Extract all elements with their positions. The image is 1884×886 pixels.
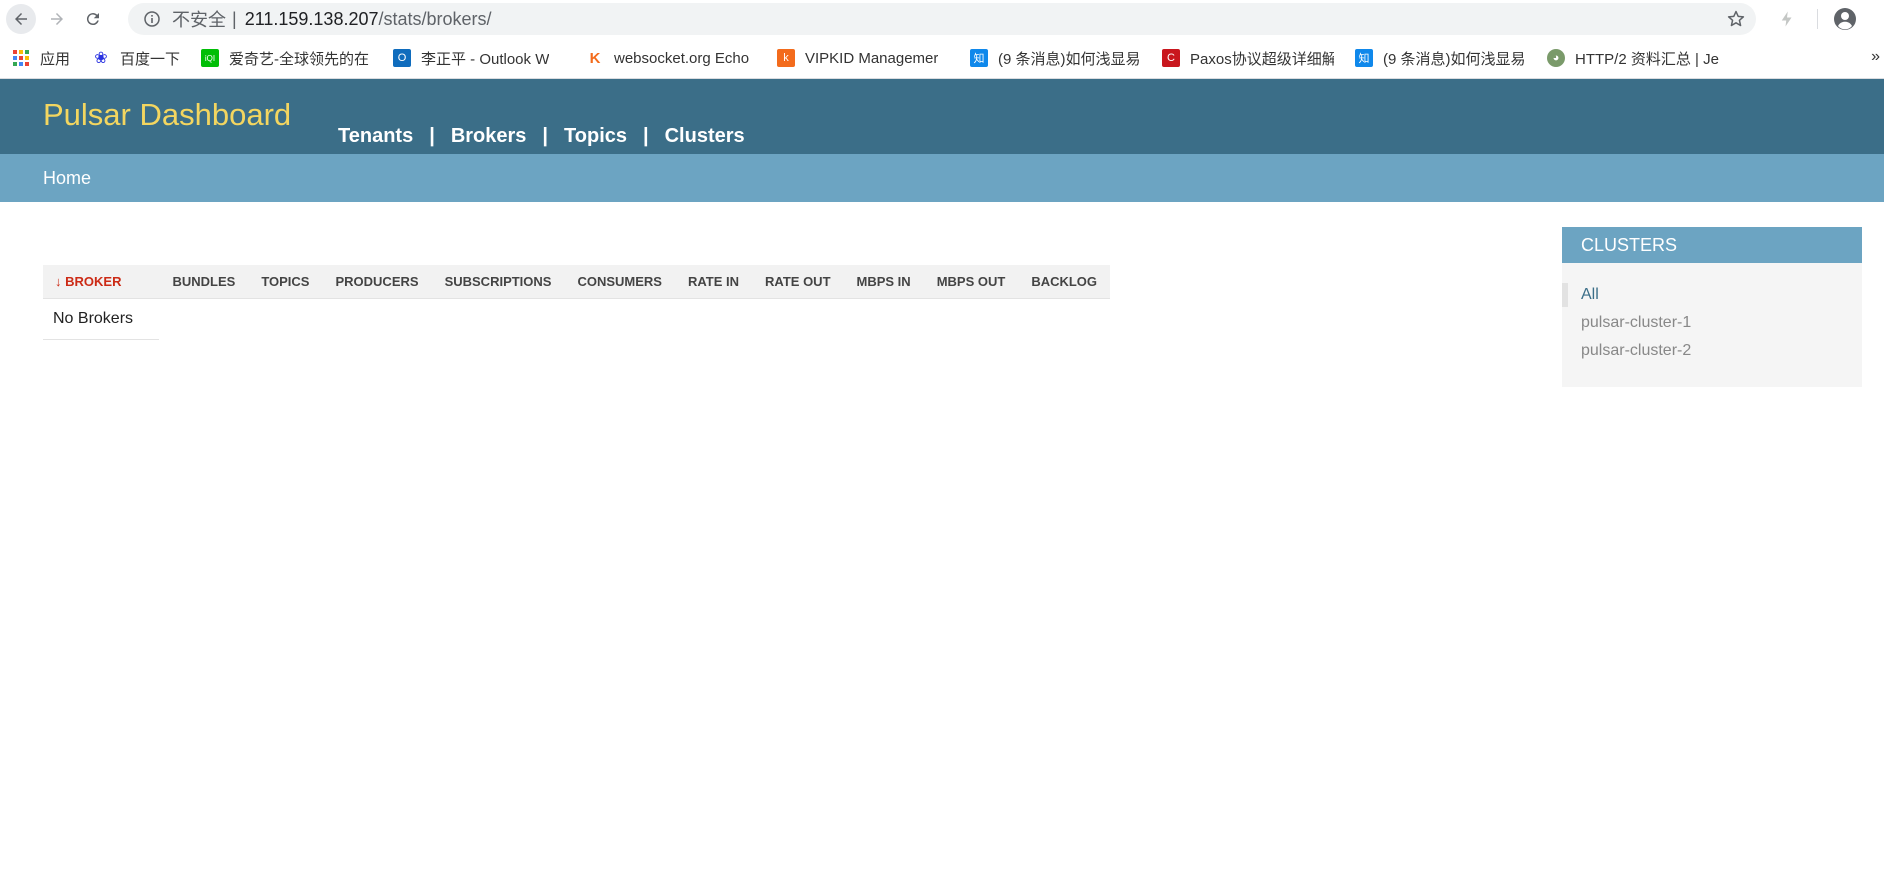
url-path: /stats/brokers/ xyxy=(378,8,492,29)
bookmark-label: 应用 xyxy=(40,50,71,68)
bookmark-apps[interactable]: 应用 xyxy=(12,48,82,68)
bookmark-label: 李正平 - Outlook W xyxy=(421,50,550,68)
bookmark-zhihu-2[interactable]: 知 (9 条消息)如何浅显易 xyxy=(1355,48,1527,68)
column-header-mbps-in[interactable]: MBPS IN xyxy=(843,265,924,299)
address-bar[interactable]: 不安全 | 211.159.138.207/stats/brokers/ xyxy=(128,3,1756,35)
arrow-left-icon xyxy=(15,13,27,25)
bookmark-outlook[interactable]: O 李正平 - Outlook W xyxy=(393,48,563,68)
arrow-right-icon xyxy=(51,13,63,25)
nav-tenants[interactable]: Tenants xyxy=(338,125,413,148)
csdn-icon: C xyxy=(1162,49,1180,67)
browser-toolbar: 不安全 | 211.159.138.207/stats/brokers/ xyxy=(0,0,1884,38)
column-header-bundles[interactable]: BUNDLES xyxy=(159,265,249,299)
bookmark-label: VIPKID Managemer xyxy=(805,49,939,67)
zhihu-icon: 知 xyxy=(1355,49,1373,67)
brokers-table: ↓ BROKER BUNDLES TOPICS PRODUCERS SUBSCR… xyxy=(43,265,1111,340)
column-header-producers[interactable]: PRODUCERS xyxy=(322,265,432,299)
column-header-topics[interactable]: TOPICS xyxy=(248,265,323,299)
url-host: 211.159.138.207 xyxy=(244,8,379,29)
bookmark-zhihu-1[interactable]: 知 (9 条消息)如何浅显易 xyxy=(970,48,1142,68)
bookmarks-bar: 应用 ❀ 百度一下 iQI 爱奇艺-全球领先的在 O 李正平 - Outlook… xyxy=(0,38,1884,79)
sidebar-title: CLUSTERS xyxy=(1562,227,1862,263)
zhihu-icon: 知 xyxy=(970,49,988,67)
cluster-item-pulsar-cluster-1[interactable]: pulsar-cluster-1 xyxy=(1562,309,1862,337)
bookmark-iqiyi[interactable]: iQI 爱奇艺-全球领先的在 xyxy=(201,48,371,68)
nav-brokers[interactable]: Brokers xyxy=(451,125,527,148)
clusters-sidebar: CLUSTERS All pulsar-cluster-1 pulsar-clu… xyxy=(1562,227,1862,387)
bookmark-label: Paxos协议超级详细解 xyxy=(1190,50,1334,68)
brand-logo[interactable]: Pulsar Dashboard xyxy=(43,97,291,133)
vipkid-icon: k xyxy=(777,49,795,67)
bookmark-vipkid[interactable]: k VIPKID Managemer xyxy=(777,48,949,68)
column-header-mbps-out[interactable]: MBPS OUT xyxy=(923,265,1019,299)
table-row: No Brokers xyxy=(43,298,1110,340)
bookmarks-overflow-button[interactable]: » xyxy=(1871,48,1880,66)
main-nav: Tenants | Brokers | Topics | Clusters xyxy=(338,125,745,148)
column-header-subscriptions[interactable]: SUBSCRIPTIONS xyxy=(431,265,565,299)
baidu-paw-icon: ❀ xyxy=(94,50,108,67)
bookmark-label: websocket.org Echo xyxy=(614,49,750,67)
bookmark-baidu[interactable]: ❀ 百度一下 xyxy=(92,48,192,68)
bookmark-csdn[interactable]: C Paxos协议超级详细解 xyxy=(1162,48,1334,68)
cluster-list: All pulsar-cluster-1 pulsar-cluster-2 xyxy=(1562,263,1862,365)
column-header-rate-out[interactable]: RATE OUT xyxy=(752,265,844,299)
bookmark-label: (9 条消息)如何浅显易 xyxy=(998,50,1141,68)
column-header-rate-in[interactable]: RATE IN xyxy=(674,265,753,299)
bookmark-label: HTTP/2 资料汇总 | Je xyxy=(1575,50,1719,68)
nav-separator: | xyxy=(429,125,435,147)
empty-row-filler xyxy=(159,299,1110,340)
nav-separator: | xyxy=(643,125,649,147)
site-header: Pulsar Dashboard Tenants | Brokers | Top… xyxy=(0,79,1884,154)
table-header-row: ↓ BROKER BUNDLES TOPICS PRODUCERS SUBSCR… xyxy=(43,265,1111,299)
websocket-icon: K xyxy=(589,49,601,67)
back-button[interactable] xyxy=(6,4,36,34)
cluster-item-all[interactable]: All xyxy=(1562,281,1862,309)
toolbar-divider xyxy=(1817,9,1818,29)
nav-clusters[interactable]: Clusters xyxy=(665,125,745,148)
main-content: ↓ BROKER BUNDLES TOPICS PRODUCERS SUBSCR… xyxy=(0,202,1884,802)
account-icon[interactable] xyxy=(1833,7,1857,31)
column-header-backlog[interactable]: BACKLOG xyxy=(1018,265,1111,299)
bookmark-star-icon[interactable] xyxy=(1726,9,1746,29)
breadcrumb-home[interactable]: Home xyxy=(43,168,91,189)
cluster-item-pulsar-cluster-2[interactable]: pulsar-cluster-2 xyxy=(1562,337,1862,365)
brokers-table-container: ↓ BROKER BUNDLES TOPICS PRODUCERS SUBSCR… xyxy=(43,265,1111,340)
iqiyi-icon: iQI xyxy=(201,49,219,67)
nav-separator: | xyxy=(542,125,549,147)
avatar-icon: ◕ xyxy=(1547,49,1565,67)
url-separator: | xyxy=(232,8,237,29)
bookmark-label: 爱奇艺-全球领先的在 xyxy=(229,50,369,68)
nav-topics[interactable]: Topics xyxy=(564,125,627,148)
empty-message: No Brokers xyxy=(43,298,160,340)
reload-icon xyxy=(86,13,99,26)
bookmark-http2[interactable]: ◕ HTTP/2 资料汇总 | Je xyxy=(1547,48,1719,68)
outlook-icon: O xyxy=(393,49,411,67)
column-header-broker[interactable]: ↓ BROKER xyxy=(43,265,160,299)
breadcrumb: Home xyxy=(0,154,1884,202)
bookmark-label: 百度一下 xyxy=(120,50,181,68)
column-header-consumers[interactable]: CONSUMERS xyxy=(564,265,675,299)
reload-button[interactable] xyxy=(78,4,108,34)
bookmark-websocket[interactable]: K websocket.org Echo xyxy=(586,48,756,68)
apps-grid-icon xyxy=(12,49,30,67)
bookmark-label: (9 条消息)如何浅显易 xyxy=(1383,50,1526,68)
insecure-label: 不安全 xyxy=(172,10,226,30)
info-icon[interactable] xyxy=(144,11,160,27)
sort-desc-icon: ↓ xyxy=(55,274,62,289)
lightning-extension-icon[interactable] xyxy=(1778,10,1796,28)
forward-button[interactable] xyxy=(42,4,72,34)
